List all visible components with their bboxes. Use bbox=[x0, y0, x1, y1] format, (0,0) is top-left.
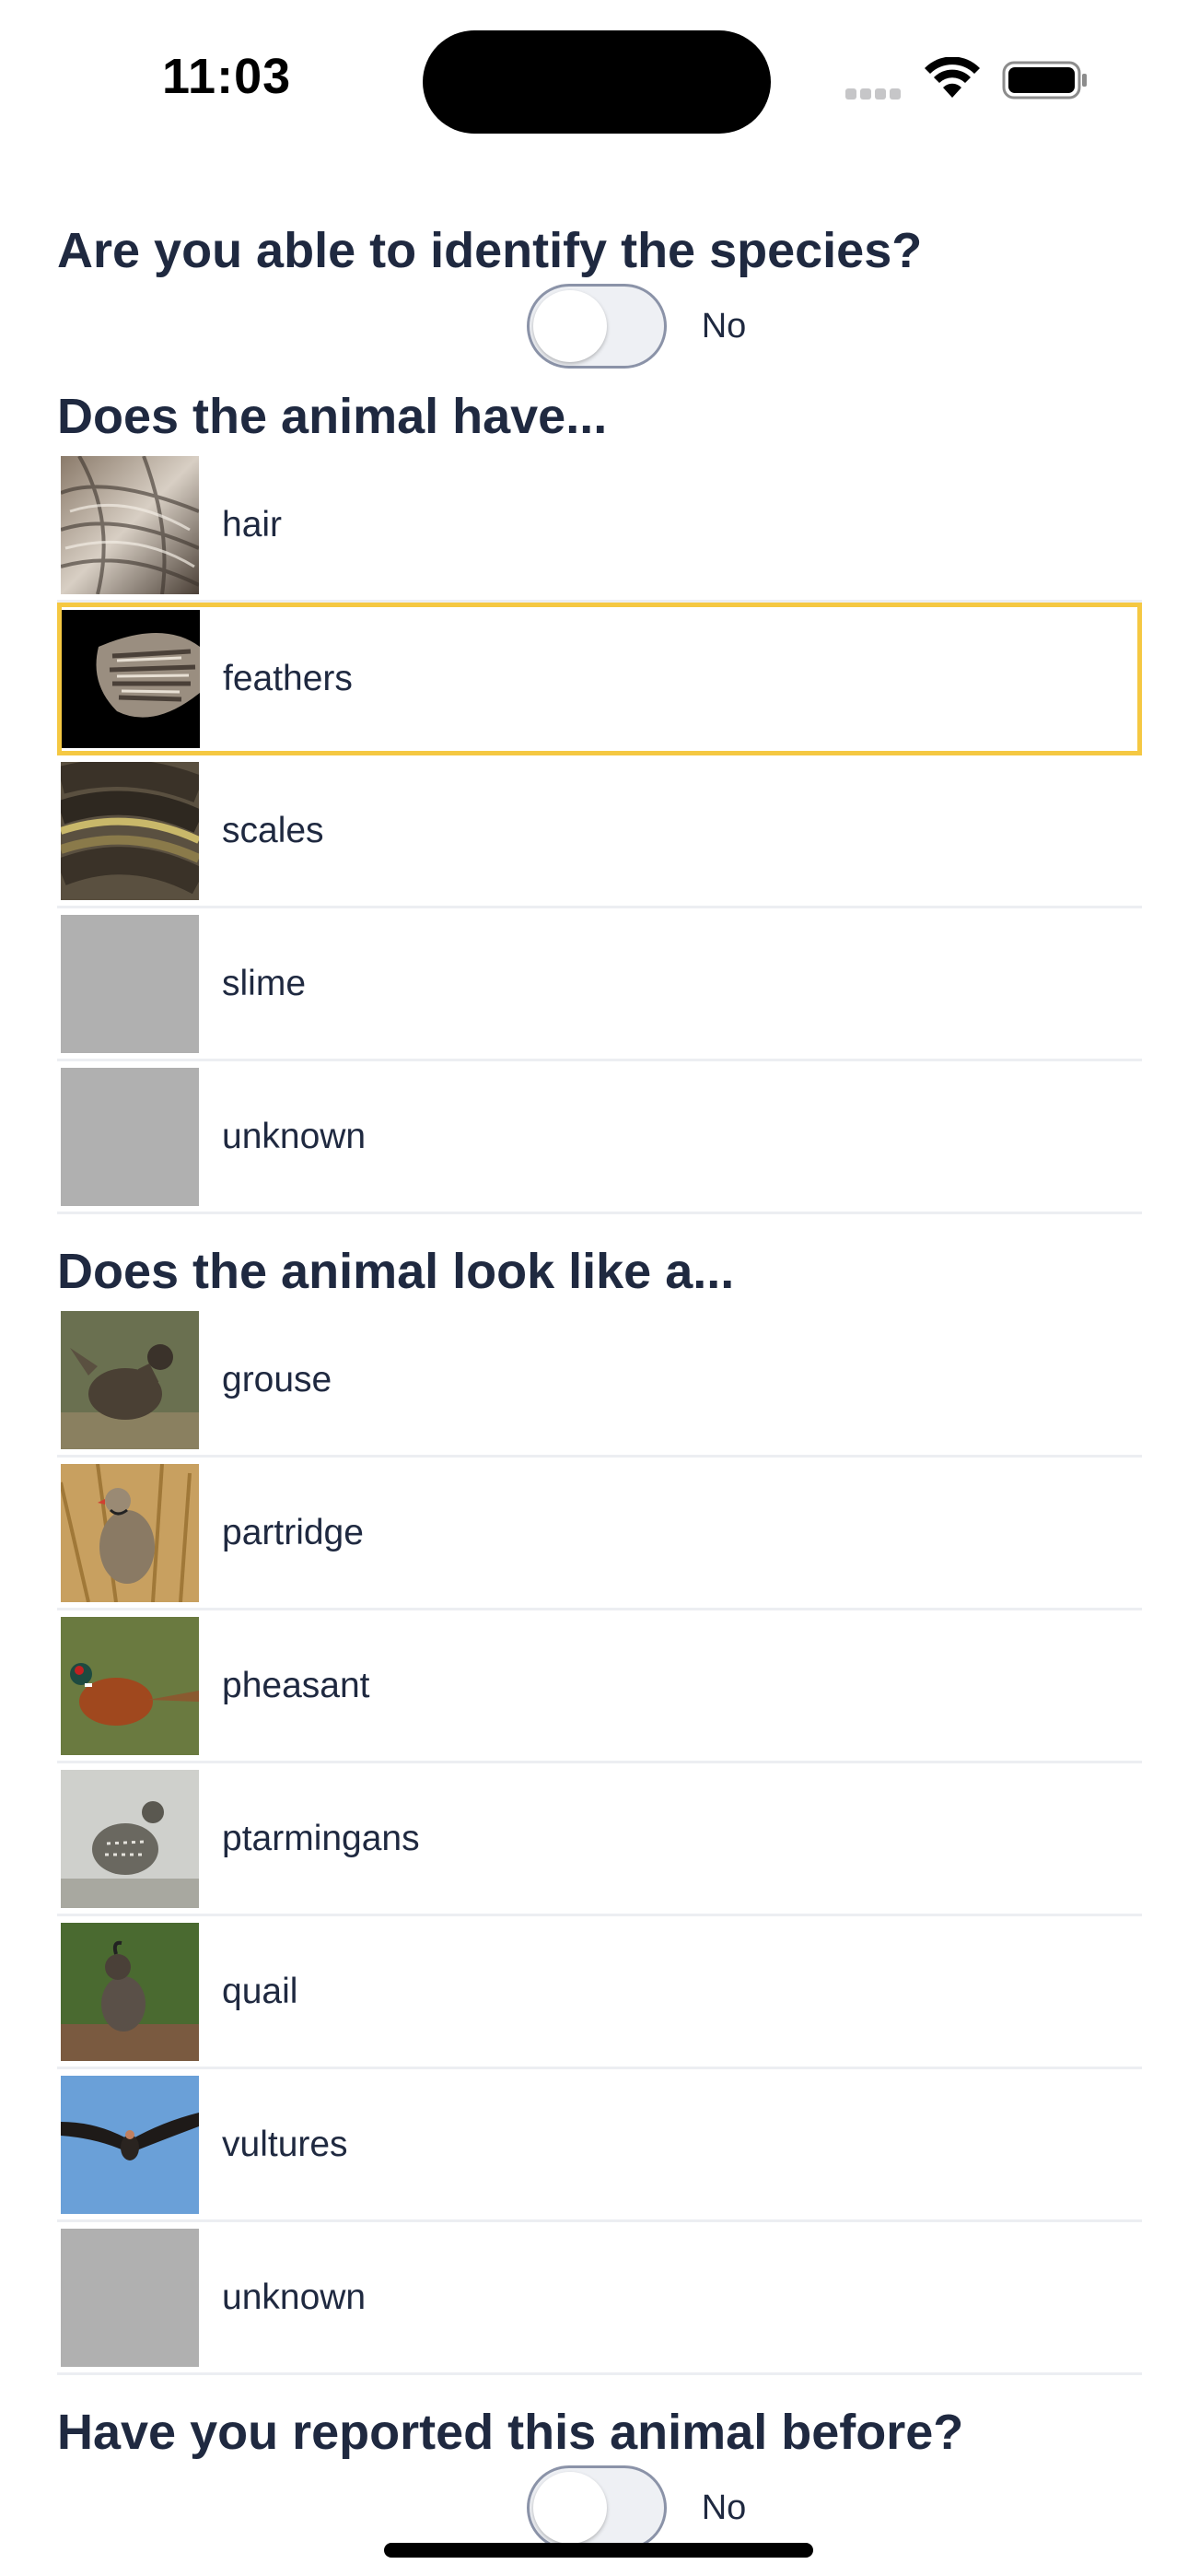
placeholder-image bbox=[61, 914, 199, 1053]
report-form: Are you able to identify the species? No… bbox=[57, 221, 1142, 2554]
species-toggle-label: No bbox=[701, 306, 747, 345]
lookalike-option-grouse[interactable]: grouse bbox=[57, 1305, 1142, 1458]
pheasant-photo bbox=[61, 1616, 199, 1755]
reported-before-toggle[interactable] bbox=[526, 2465, 667, 2550]
lookalike-option-quail[interactable]: quail bbox=[57, 1916, 1142, 2069]
dynamic-island bbox=[423, 30, 771, 134]
lookalike-option-label: grouse bbox=[222, 1359, 332, 1399]
covering-option-slime[interactable]: slime bbox=[57, 908, 1142, 1061]
covering-option-label: scales bbox=[222, 810, 324, 850]
snake-photo bbox=[61, 761, 199, 900]
species-toggle-row: No bbox=[131, 280, 1142, 372]
covering-option-label: hair bbox=[222, 504, 283, 544]
cellular-signal-icon bbox=[845, 88, 904, 104]
partridge-photo bbox=[61, 1463, 199, 1602]
covering-section-title: Does the animal have... bbox=[57, 389, 608, 444]
covering-option-feathers[interactable]: feathers bbox=[57, 603, 1142, 755]
grouse-photo bbox=[61, 1310, 199, 1449]
lookalike-option-label: unknown bbox=[222, 2277, 367, 2317]
reported-toggle-row: No bbox=[131, 2462, 1142, 2554]
lookalike-option-label: vultures bbox=[222, 2124, 348, 2164]
placeholder-image bbox=[61, 2228, 199, 2367]
reported-toggle-label: No bbox=[701, 2488, 747, 2527]
status-time: 11:03 bbox=[162, 49, 292, 104]
covering-list: hair feathers scales slime unknown bbox=[57, 450, 1142, 1214]
covering-option-label: unknown bbox=[222, 1116, 367, 1156]
battery-icon bbox=[1002, 61, 1087, 100]
ptarmigan-photo bbox=[61, 1769, 199, 1908]
lookalike-option-pheasant[interactable]: pheasant bbox=[57, 1610, 1142, 1763]
home-indicator[interactable] bbox=[384, 2543, 813, 2558]
wing-photo bbox=[62, 610, 200, 748]
species-question-title: Are you able to identify the species? bbox=[57, 223, 923, 278]
covering-option-hair[interactable]: hair bbox=[57, 450, 1142, 603]
lookalike-option-vultures[interactable]: vultures bbox=[57, 2069, 1142, 2222]
lookalike-section-title: Does the animal look like a... bbox=[57, 1244, 735, 1299]
toggle-knob bbox=[532, 2472, 607, 2544]
lookalike-option-label: quail bbox=[222, 1971, 298, 2011]
lookalike-option-partridge[interactable]: partridge bbox=[57, 1458, 1142, 1610]
lookalike-option-unknown[interactable]: unknown bbox=[57, 2222, 1142, 2375]
reported-question-title: Have you reported this animal before? bbox=[57, 2405, 964, 2460]
covering-option-label: slime bbox=[222, 963, 307, 1003]
covering-option-scales[interactable]: scales bbox=[57, 755, 1142, 908]
lookalike-option-ptarmingans[interactable]: ptarmingans bbox=[57, 1763, 1142, 1916]
toggle-knob bbox=[532, 290, 607, 362]
lookalike-list: grouse partridge pheasant ptarmingans qu… bbox=[57, 1305, 1142, 2375]
covering-option-unknown[interactable]: unknown bbox=[57, 1061, 1142, 1214]
lookalike-option-label: ptarmingans bbox=[222, 1818, 420, 1858]
covering-option-label: feathers bbox=[223, 659, 353, 698]
quail-photo bbox=[61, 1922, 199, 2061]
vulture-photo bbox=[61, 2075, 199, 2214]
lookalike-option-label: pheasant bbox=[222, 1665, 370, 1705]
placeholder-image bbox=[61, 1067, 199, 1206]
wifi-icon bbox=[925, 57, 980, 98]
lookalike-option-label: partridge bbox=[222, 1512, 364, 1552]
fur-photo bbox=[61, 455, 199, 594]
species-known-toggle[interactable] bbox=[526, 284, 667, 369]
